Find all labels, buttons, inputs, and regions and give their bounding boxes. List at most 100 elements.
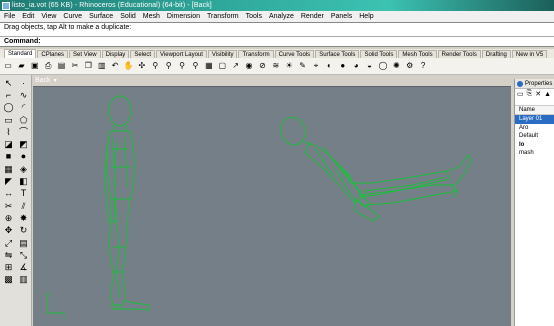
tab-select[interactable]: Select <box>130 50 155 58</box>
help-icon[interactable]: ? <box>418 61 428 71</box>
menu-mesh[interactable]: Mesh <box>143 13 160 20</box>
menu-surface[interactable]: Surface <box>89 13 113 20</box>
tab-drafting[interactable]: Drafting <box>481 50 511 58</box>
properties-tab[interactable]: Properties <box>515 79 554 89</box>
four-viewports-icon[interactable]: ▦ <box>204 61 214 71</box>
back-viewport[interactable]: z x <box>33 86 511 326</box>
rotate-view-icon[interactable]: ✣ <box>137 61 147 71</box>
menu-tools[interactable]: Tools <box>246 13 262 20</box>
fillet-curve-icon[interactable]: ⌒ <box>17 126 30 138</box>
menu-dimension[interactable]: Dimension <box>167 13 200 20</box>
layer-row[interactable]: Aro <box>515 124 554 133</box>
rotate-icon[interactable]: ↻ <box>17 225 30 237</box>
delete-layer-icon[interactable]: ✕ <box>535 90 541 98</box>
sphere-icon[interactable]: ● <box>17 151 30 163</box>
lock-icon[interactable]: ⊘ <box>257 61 267 71</box>
layer-row[interactable]: Default <box>515 132 554 141</box>
box-icon[interactable]: ■ <box>2 151 15 163</box>
standing-figure[interactable] <box>104 95 150 311</box>
render-icon[interactable]: ◐ <box>324 61 334 71</box>
viewport-icon[interactable]: ▢ <box>217 61 227 71</box>
layer-row[interactable]: Layer 01 <box>515 115 554 124</box>
shaded-icon[interactable]: ● <box>338 61 348 71</box>
tab-transform[interactable]: Transform <box>238 50 274 58</box>
menu-render[interactable]: Render <box>301 13 324 20</box>
rectangle-icon[interactable]: ▭ <box>2 114 15 126</box>
menu-curve[interactable]: Curve <box>63 13 82 20</box>
menu-view[interactable]: View <box>41 13 56 20</box>
material-icon[interactable]: ◕ <box>351 61 361 71</box>
tab-surface-tools[interactable]: Surface Tools <box>315 50 360 58</box>
layer-icon[interactable]: ≋ <box>271 61 281 71</box>
move-up-icon[interactable]: ▲ <box>544 91 551 98</box>
point-icon[interactable]: · <box>17 77 30 89</box>
polyline-icon[interactable]: ⌐ <box>2 89 15 101</box>
viewport-menu-caret-icon[interactable]: ▾ <box>54 78 57 84</box>
edit-points-icon[interactable]: ⌇ <box>2 126 15 138</box>
zoom-selected-icon[interactable]: ⚲ <box>190 61 200 71</box>
tab-new-in-v5[interactable]: New in V5 <box>511 50 548 58</box>
dimension-icon[interactable]: ↔ <box>2 188 15 200</box>
arc-icon[interactable]: ◜ <box>17 102 30 114</box>
options-icon[interactable]: ⚙ <box>405 61 415 71</box>
shell-icon[interactable]: ◧ <box>17 175 30 187</box>
reclining-figure[interactable] <box>277 114 472 222</box>
surface-icon[interactable]: ◪ <box>2 138 15 150</box>
split-icon[interactable]: ⫽ <box>17 200 30 212</box>
layer-row[interactable]: lo <box>515 141 554 150</box>
menu-analyze[interactable]: Analyze <box>269 13 294 20</box>
menu-solid[interactable]: Solid <box>120 13 136 20</box>
array-icon[interactable]: ▤ <box>17 237 30 249</box>
polygon-icon[interactable]: ⬠ <box>17 114 30 126</box>
curve-icon[interactable]: ∿ <box>17 89 30 101</box>
paste-icon[interactable]: ▥ <box>97 61 107 71</box>
text-icon[interactable]: T <box>17 188 30 200</box>
tab-render-tools[interactable]: Render Tools <box>437 50 481 58</box>
menu-help[interactable]: Help <box>359 13 373 20</box>
scale-icon[interactable]: ⤢ <box>2 237 15 249</box>
layer-row[interactable]: mash <box>515 149 554 158</box>
move-icon[interactable]: ✥ <box>2 225 15 237</box>
menu-panels[interactable]: Panels <box>331 13 352 20</box>
sun-icon[interactable]: ✺ <box>391 61 401 71</box>
ghosted-icon[interactable]: ◒ <box>365 61 375 71</box>
mesh-icon[interactable]: ▦ <box>2 163 15 175</box>
tab-solid-tools[interactable]: Solid Tools <box>360 50 398 58</box>
menu-edit[interactable]: Edit <box>22 13 34 20</box>
copy-icon[interactable]: ❐ <box>83 61 93 71</box>
print-icon[interactable]: ⎙ <box>43 61 53 71</box>
explode-icon[interactable]: ✸ <box>17 212 30 224</box>
menu-file[interactable]: File <box>4 13 15 20</box>
light-icon[interactable]: ☀ <box>284 61 294 71</box>
curvature-icon[interactable]: ∡ <box>17 261 30 273</box>
command-prompt[interactable]: Command: <box>0 36 554 47</box>
tab-set-view[interactable]: Set View <box>69 50 101 58</box>
tab-viewport-layout[interactable]: Viewport Layout <box>156 50 207 58</box>
mirror-icon[interactable]: ⇋ <box>2 249 15 261</box>
menu-transform[interactable]: Transform <box>207 13 239 20</box>
paint-icon[interactable]: ✎ <box>298 61 308 71</box>
cut-icon[interactable]: ✂ <box>70 61 80 71</box>
zoom-extents-icon[interactable]: ⚲ <box>177 61 187 71</box>
tab-curve-tools[interactable]: Curve Tools <box>274 50 315 58</box>
title-bar[interactable]: listo_ia.vot (65 KB) - Rhinoceros (Educa… <box>0 0 554 11</box>
tab-cplanes[interactable]: CPlanes <box>37 50 69 58</box>
tab-display[interactable]: Display <box>101 50 130 58</box>
layer-name-column-header[interactable]: Name <box>515 105 554 115</box>
save-icon[interactable]: ▣ <box>30 61 40 71</box>
layout-icon[interactable]: ▥ <box>17 274 30 286</box>
new-layer-icon[interactable]: ▭ <box>517 90 524 98</box>
fillet-edge-icon[interactable]: ◤ <box>2 175 15 187</box>
open-icon[interactable]: ▰ <box>16 61 26 71</box>
viewport-title[interactable]: Back ▾ <box>33 77 57 86</box>
tab-mesh-tools[interactable]: Mesh Tools <box>398 50 437 58</box>
import-icon[interactable]: ▤ <box>57 61 67 71</box>
xray-icon[interactable]: ◯ <box>378 61 388 71</box>
render-mesh-icon[interactable]: ▩ <box>2 274 15 286</box>
zoom-dynamic-icon[interactable]: ⚲ <box>150 61 160 71</box>
pan-hand-icon[interactable]: ✋ <box>124 61 134 71</box>
zoom-window-icon[interactable]: ⚲ <box>164 61 174 71</box>
tab-standard[interactable]: Standard <box>4 49 37 58</box>
new-sublayer-icon[interactable]: ⎘ <box>527 90 533 98</box>
hide-icon[interactable]: ◉ <box>244 61 254 71</box>
